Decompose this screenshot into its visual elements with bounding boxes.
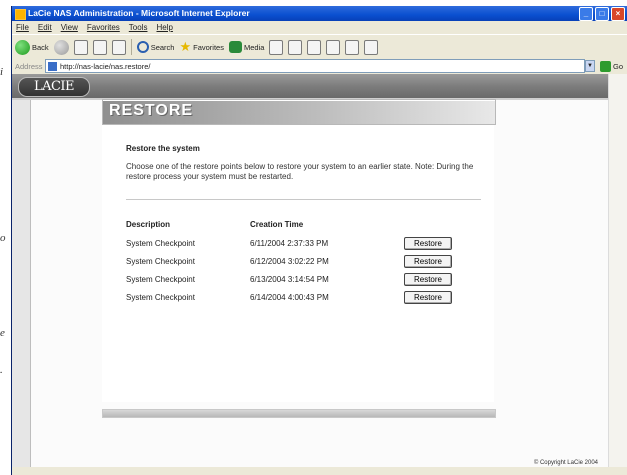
menu-favorites[interactable]: Favorites — [87, 23, 120, 32]
status-bar — [12, 467, 627, 475]
home-icon[interactable] — [111, 39, 126, 55]
lacie-logo[interactable]: LACIE — [18, 77, 90, 97]
address-input[interactable]: http://nas-lacie/nas.restore/ — [45, 59, 585, 73]
restore-button[interactable]: Restore — [404, 273, 452, 286]
search-icon — [136, 41, 149, 53]
toolbar: Back Search ★ Favorites Media — [12, 34, 627, 59]
menu-view[interactable]: View — [61, 23, 78, 32]
vertical-scrollbar[interactable] — [608, 74, 627, 467]
media-button[interactable]: Media — [228, 41, 265, 53]
row-description: System Checkpoint — [126, 275, 195, 284]
ie-app-icon — [15, 9, 26, 20]
copyright-text: © Copyright LaCie 2004 — [533, 460, 598, 466]
address-label: Address — [15, 61, 43, 71]
star-icon: ★ — [179, 39, 192, 54]
restore-panel-footer — [102, 409, 496, 418]
page-viewport: LACIE RESTORE Restore the system Choose … — [12, 74, 608, 467]
back-label: Back — [32, 42, 49, 52]
restore-button[interactable]: Restore — [404, 255, 452, 268]
row-creation-time: 6/13/2004 3:14:54 PM — [250, 275, 329, 284]
print-icon[interactable] — [307, 39, 322, 55]
row-description: System Checkpoint — [126, 239, 195, 248]
section-description: Choose one of the restore points below t… — [126, 162, 474, 181]
menu-file[interactable]: File — [16, 23, 29, 32]
go-arrow-icon — [599, 60, 611, 72]
favorites-label: Favorites — [193, 42, 224, 52]
menu-edit[interactable]: Edit — [38, 23, 52, 32]
section-divider — [126, 199, 481, 200]
address-dropdown-icon[interactable]: ▼ — [584, 60, 595, 72]
row-creation-time: 6/14/2004 4:00:43 PM — [250, 293, 329, 302]
close-button[interactable]: × — [611, 7, 625, 21]
restore-panel-header: RESTORE — [102, 99, 496, 125]
brand-bar: LACIE — [12, 74, 608, 100]
refresh-icon[interactable] — [92, 39, 107, 55]
section-title: Restore the system — [126, 144, 200, 153]
browser-window: LaCie NAS Administration - Microsoft Int… — [11, 6, 627, 475]
address-url: http://nas-lacie/nas.restore/ — [60, 61, 151, 71]
menu-help[interactable]: Help — [156, 23, 172, 32]
row-description: System Checkpoint — [126, 293, 195, 302]
page-title: RESTORE — [109, 102, 194, 119]
go-button[interactable]: Go — [599, 60, 623, 72]
window-title: LaCie NAS Administration - Microsoft Int… — [28, 8, 250, 18]
row-creation-time: 6/12/2004 3:02:22 PM — [250, 257, 329, 266]
restore-button[interactable]: Restore — [404, 237, 452, 250]
history-icon[interactable] — [269, 39, 284, 55]
mail-icon[interactable] — [288, 39, 303, 55]
column-header-creation-time: Creation Time — [250, 220, 304, 229]
maximize-button[interactable]: □ — [595, 7, 609, 21]
media-label: Media — [243, 42, 265, 52]
edit-icon[interactable] — [326, 39, 341, 55]
menu-bar: File Edit View Favorites Tools Help — [12, 21, 627, 34]
menu-tools[interactable]: Tools — [129, 23, 148, 32]
page-icon — [48, 61, 57, 71]
title-bar[interactable]: LaCie NAS Administration - Microsoft Int… — [12, 6, 627, 21]
row-creation-time: 6/11/2004 2:37:33 PM — [250, 239, 329, 248]
search-button[interactable]: Search — [136, 41, 175, 53]
favorites-button[interactable]: ★ Favorites — [179, 39, 224, 54]
go-label: Go — [612, 61, 623, 71]
address-bar: Address http://nas-lacie/nas.restore/ ▼ … — [12, 58, 627, 74]
forward-button[interactable] — [53, 39, 69, 55]
back-button[interactable]: Back — [15, 39, 49, 55]
back-arrow-icon — [15, 39, 30, 55]
row-description: System Checkpoint — [126, 257, 195, 266]
search-label: Search — [150, 42, 175, 52]
media-icon — [228, 41, 242, 53]
folder-icon[interactable] — [345, 39, 360, 55]
minimize-button[interactable]: _ — [579, 7, 593, 21]
column-header-description: Description — [126, 220, 171, 229]
toolbar-separator — [130, 39, 132, 55]
left-nav-strip — [12, 100, 31, 467]
messenger-icon[interactable] — [364, 39, 379, 55]
stop-icon[interactable] — [73, 39, 88, 55]
restore-button[interactable]: Restore — [404, 291, 452, 304]
